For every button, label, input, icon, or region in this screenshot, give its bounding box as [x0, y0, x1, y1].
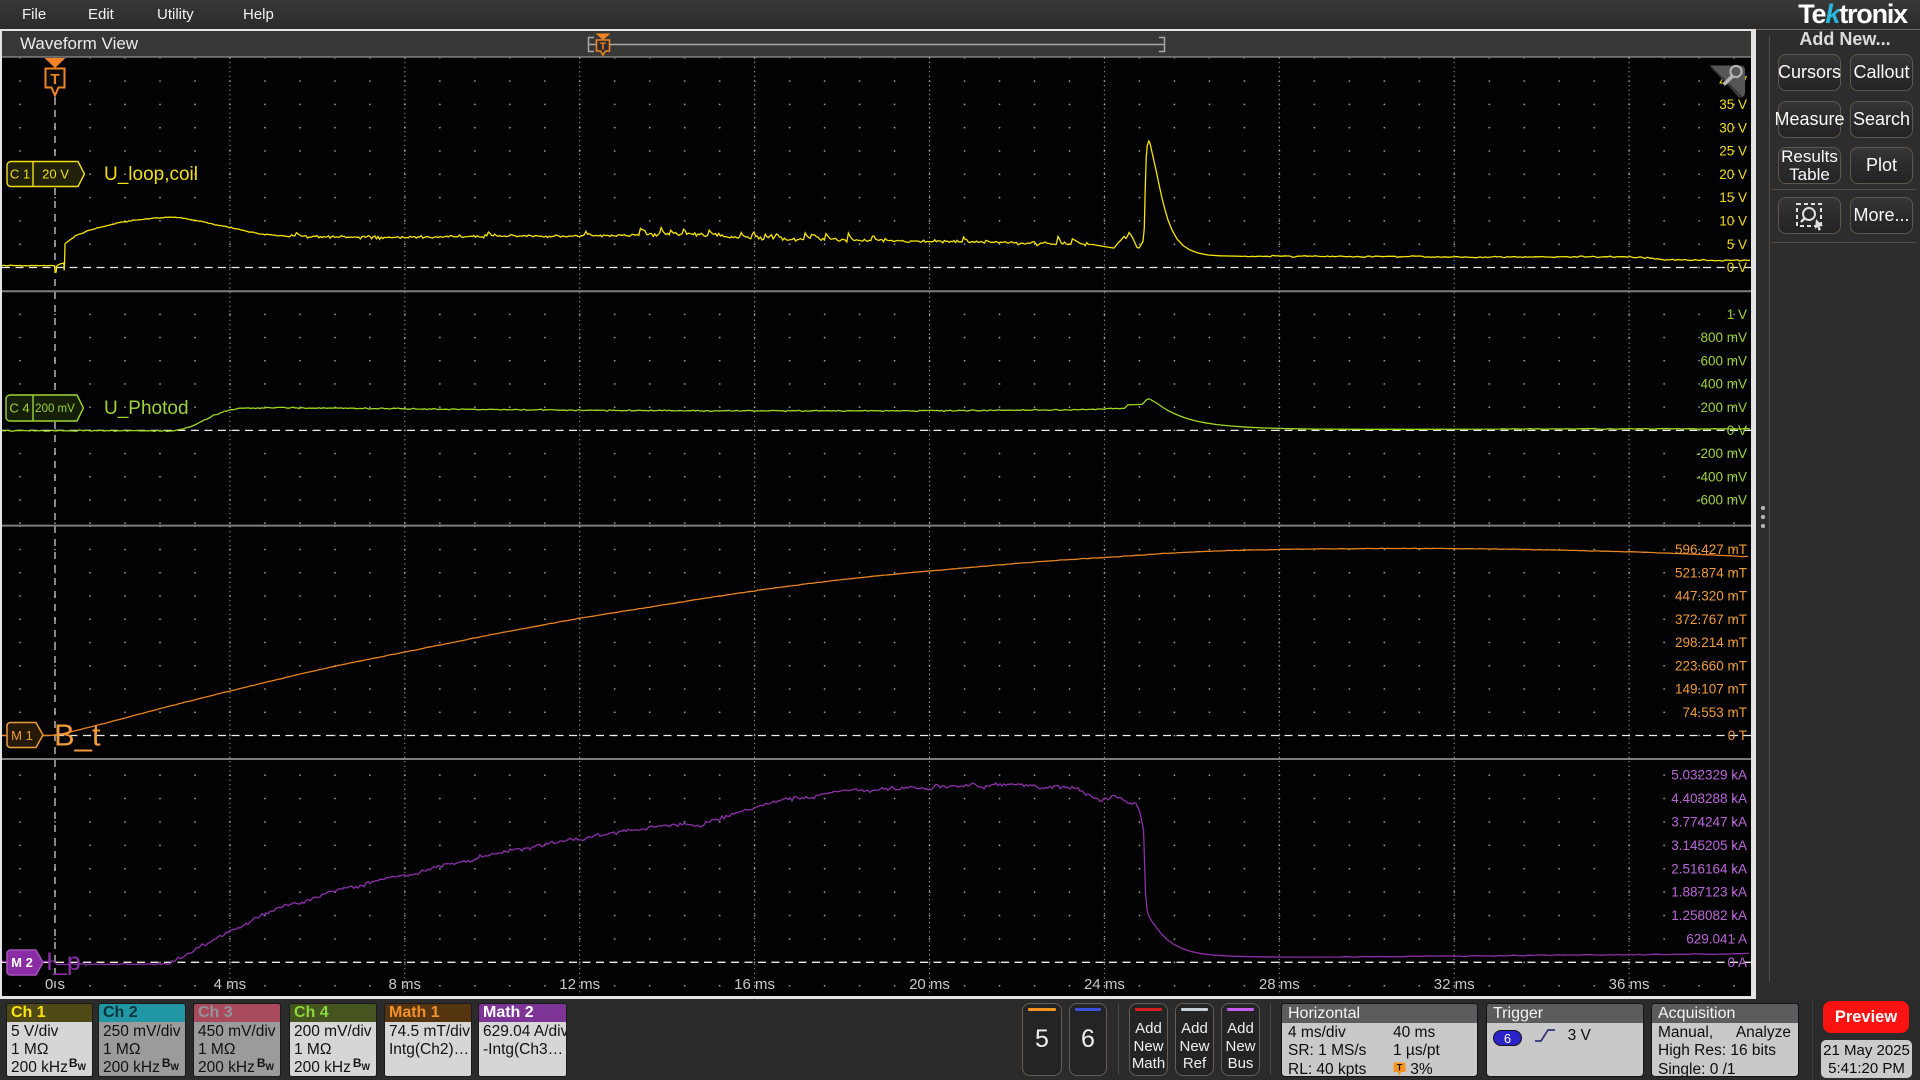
svg-text:T: T	[1397, 1062, 1403, 1072]
svg-text:0 V: 0 V	[1727, 423, 1747, 438]
svg-text:400 mV: 400 mV	[1700, 377, 1747, 392]
svg-text:15 V: 15 V	[1719, 190, 1747, 205]
svg-text:T: T	[600, 41, 607, 53]
svg-text:T: T	[50, 71, 59, 88]
svg-text:-400 mV: -400 mV	[1696, 469, 1747, 484]
svg-text:5 V: 5 V	[1727, 237, 1747, 252]
svg-text:20 V: 20 V	[1719, 167, 1747, 182]
svg-text:20 ms: 20 ms	[909, 976, 950, 993]
svg-text:0 T: 0 T	[1728, 728, 1747, 743]
svg-text:0 s: 0 s	[45, 976, 65, 993]
svg-text:3.774247 kA: 3.774247 kA	[1671, 814, 1747, 829]
svg-text:30 V: 30 V	[1719, 120, 1747, 135]
svg-text:12 ms: 12 ms	[559, 976, 600, 993]
svg-text:25 V: 25 V	[1719, 144, 1747, 159]
svg-text:M 2: M 2	[11, 955, 33, 970]
svg-text:200 mV: 200 mV	[35, 403, 75, 415]
svg-text:200 mV: 200 mV	[1700, 400, 1747, 415]
svg-text:223.660 mT: 223.660 mT	[1675, 658, 1747, 673]
svg-text:4.403288 kA: 4.403288 kA	[1671, 791, 1747, 806]
svg-text:35 V: 35 V	[1719, 97, 1747, 112]
svg-text:800 mV: 800 mV	[1700, 330, 1747, 345]
svg-text:596.427 mT: 596.427 mT	[1675, 542, 1747, 557]
svg-text:20 V: 20 V	[42, 167, 69, 182]
svg-text:32 ms: 32 ms	[1434, 976, 1475, 993]
svg-text:M 1: M 1	[11, 728, 33, 743]
svg-text:1 V: 1 V	[1727, 307, 1747, 322]
svg-text:28 ms: 28 ms	[1259, 976, 1300, 993]
svg-text:149.107 mT: 149.107 mT	[1675, 682, 1747, 697]
svg-text:8 ms: 8 ms	[389, 976, 422, 993]
svg-text:372.767 mT: 372.767 mT	[1675, 612, 1747, 627]
svg-text:629.041 A: 629.041 A	[1686, 931, 1747, 946]
svg-text:521.874 mT: 521.874 mT	[1675, 565, 1747, 580]
svg-text:Waveform View: Waveform View	[20, 34, 139, 53]
svg-text:2.516164 kA: 2.516164 kA	[1671, 861, 1747, 876]
svg-text:0 V: 0 V	[1727, 260, 1747, 275]
svg-text:74.553 mT: 74.553 mT	[1682, 705, 1747, 720]
svg-text:600 mV: 600 mV	[1700, 353, 1747, 368]
svg-text:-200 mV: -200 mV	[1696, 446, 1747, 461]
svg-text:1.887123 kA: 1.887123 kA	[1671, 885, 1747, 900]
svg-text:I_p: I_p	[46, 948, 81, 976]
svg-text:1.258082 kA: 1.258082 kA	[1671, 908, 1747, 923]
svg-text:4 ms: 4 ms	[214, 976, 247, 993]
svg-text:16 ms: 16 ms	[734, 976, 775, 993]
svg-text:U_Photod: U_Photod	[104, 398, 189, 419]
svg-text:5.032329 kA: 5.032329 kA	[1671, 768, 1747, 783]
svg-text:3.145205 kA: 3.145205 kA	[1671, 838, 1747, 853]
svg-text:298.214 mT: 298.214 mT	[1675, 635, 1747, 650]
svg-text:24 ms: 24 ms	[1084, 976, 1125, 993]
svg-text:-600 mV: -600 mV	[1696, 493, 1747, 508]
svg-text:C 4: C 4	[9, 401, 29, 416]
svg-text:U_loop,coil: U_loop,coil	[104, 164, 198, 185]
svg-text:C 1: C 1	[10, 167, 30, 182]
svg-text:447.320 mT: 447.320 mT	[1675, 589, 1747, 604]
svg-text:36 ms: 36 ms	[1609, 976, 1650, 993]
svg-text:0 A: 0 A	[1727, 955, 1747, 970]
svg-text:B_t: B_t	[54, 718, 101, 753]
svg-text:10 V: 10 V	[1719, 213, 1747, 228]
